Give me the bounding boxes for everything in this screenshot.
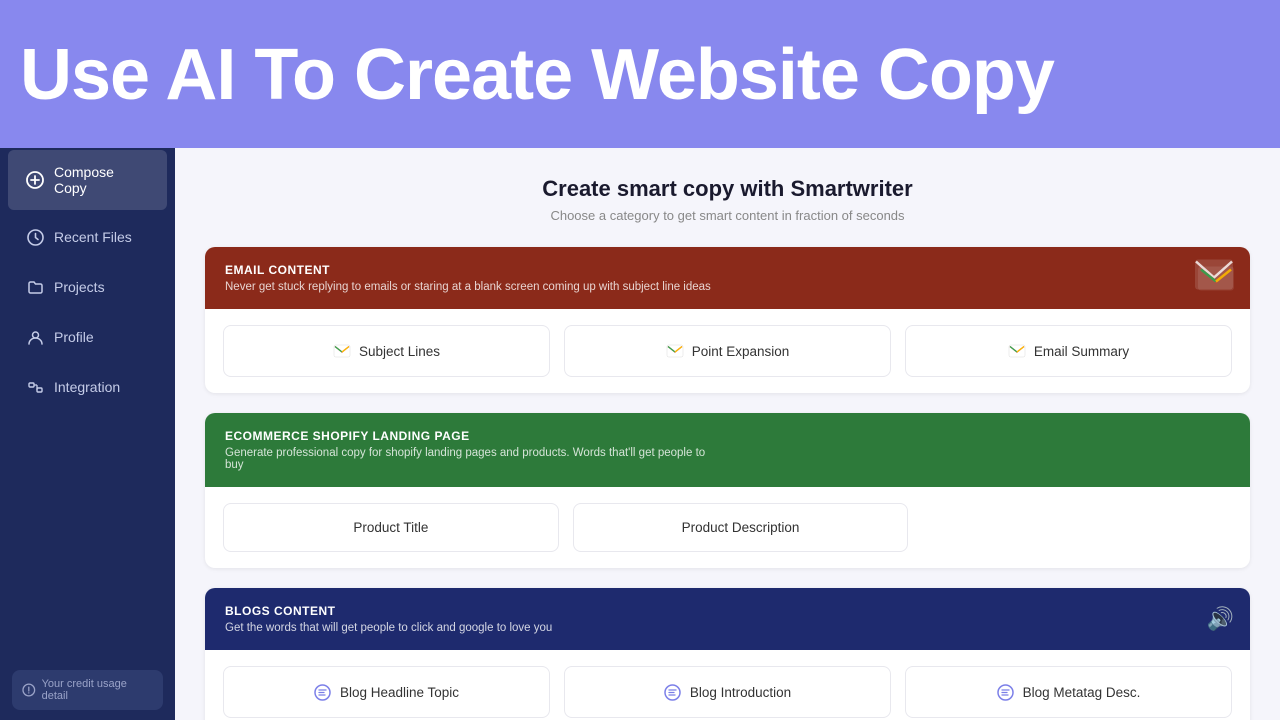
integration-icon [26, 378, 44, 396]
gmail-icon-1 [333, 342, 351, 360]
option-email-summary[interactable]: Email Summary [905, 325, 1232, 377]
sidebar-item-integration[interactable]: Integration [8, 364, 167, 410]
sidebar-item-label: Recent Files [54, 229, 132, 245]
blog-icon-2 [664, 683, 682, 701]
option-label: Email Summary [1034, 344, 1129, 359]
blogs-section-header: BLOGS CONTENT Get the words that will ge… [205, 588, 1250, 650]
shopify-options-row: Product Title Product Description [205, 487, 1250, 568]
shopify-section-desc: Generate professional copy for shopify l… [225, 447, 725, 471]
sidebar-item-label: Integration [54, 379, 120, 395]
email-section-header: EMAIL CONTENT Never get stuck replying t… [205, 247, 1250, 309]
section-shopify: ECOMMERCE SHOPIFY LANDING PAGE Generate … [205, 413, 1250, 568]
option-product-description[interactable]: Product Description [573, 503, 909, 552]
page-title: Create smart copy with Smartwriter [205, 176, 1250, 202]
option-label: Blog Introduction [690, 685, 791, 700]
blog-icon-3 [997, 683, 1015, 701]
email-section-title: EMAIL CONTENT [225, 263, 1230, 277]
gmail-icon-2 [666, 342, 684, 360]
email-section-desc: Never get stuck replying to emails or st… [225, 281, 725, 293]
banner-title: Use AI To Create Website Copy [20, 36, 1054, 115]
sidebar-item-label: Profile [54, 329, 94, 345]
option-label: Blog Metatag Desc. [1023, 685, 1141, 700]
sidebar-item-label: Projects [54, 279, 105, 295]
sidebar-item-label: Compose Copy [54, 164, 149, 196]
option-blog-headline[interactable]: Blog Headline Topic [223, 666, 550, 718]
sidebar-footer: Your credit usage detail [0, 660, 175, 720]
credit-icon [22, 683, 36, 697]
blogs-section-title: BLOGS CONTENT [225, 604, 1230, 618]
app-container: Compose Copy Recent Files Projects [0, 148, 1280, 720]
option-blog-introduction[interactable]: Blog Introduction [564, 666, 891, 718]
email-options-row: Subject Lines Point Expansion [205, 309, 1250, 393]
sidebar: Compose Copy Recent Files Projects [0, 148, 175, 720]
blogs-icon: 🔊 [1207, 606, 1234, 632]
shopify-section-title: ECOMMERCE SHOPIFY LANDING PAGE [225, 429, 1230, 443]
page-subtitle: Choose a category to get smart content i… [205, 208, 1250, 223]
page-header: Create smart copy with Smartwriter Choos… [205, 176, 1250, 223]
option-blog-metatag[interactable]: Blog Metatag Desc. [905, 666, 1232, 718]
option-label: Point Expansion [692, 344, 790, 359]
option-product-title[interactable]: Product Title [223, 503, 559, 552]
option-label: Subject Lines [359, 344, 440, 359]
section-blogs: BLOGS CONTENT Get the words that will ge… [205, 588, 1250, 720]
blogs-options-row: Blog Headline Topic Blog Introduction [205, 650, 1250, 720]
option-label: Blog Headline Topic [340, 685, 459, 700]
gmail-icon-3 [1008, 342, 1026, 360]
sidebar-item-profile[interactable]: Profile [8, 314, 167, 360]
credit-usage-label: Your credit usage detail [42, 678, 153, 702]
section-email: EMAIL CONTENT Never get stuck replying t… [205, 247, 1250, 393]
option-point-expansion[interactable]: Point Expansion [564, 325, 891, 377]
blogs-section-desc: Get the words that will get people to cl… [225, 622, 725, 634]
option-subject-lines[interactable]: Subject Lines [223, 325, 550, 377]
folder-icon [26, 278, 44, 296]
shopify-section-header: ECOMMERCE SHOPIFY LANDING PAGE Generate … [205, 413, 1250, 487]
clock-icon [26, 228, 44, 246]
option-label: Product Title [353, 520, 428, 535]
email-icon [1194, 259, 1234, 298]
credit-usage[interactable]: Your credit usage detail [12, 670, 163, 710]
sidebar-item-compose[interactable]: Compose Copy [8, 150, 167, 210]
sidebar-item-recent[interactable]: Recent Files [8, 214, 167, 260]
user-icon [26, 328, 44, 346]
option-label: Product Description [682, 520, 800, 535]
blog-icon-1 [314, 683, 332, 701]
main-content: Create smart copy with Smartwriter Choos… [175, 148, 1280, 720]
banner: Use AI To Create Website Copy [0, 0, 1280, 148]
sidebar-item-projects[interactable]: Projects [8, 264, 167, 310]
plus-circle-icon [26, 171, 44, 189]
